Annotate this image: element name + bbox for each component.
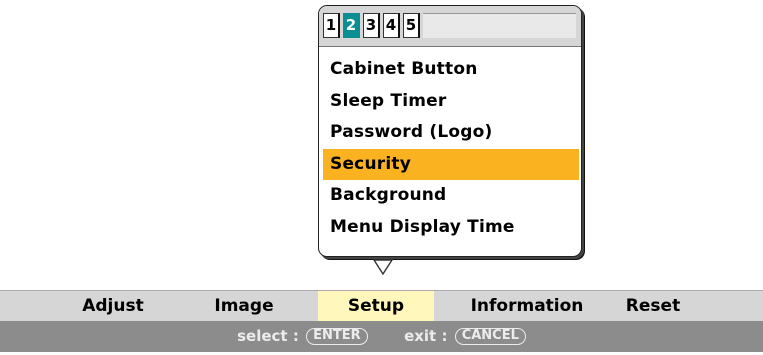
submenu-list: Cabinet Button Sleep Timer Password (Log…: [323, 54, 579, 244]
main-menu-setup[interactable]: Setup: [318, 291, 434, 322]
tab-1[interactable]: 1: [323, 13, 340, 38]
main-menu-reset[interactable]: Reset: [610, 291, 696, 322]
tab-2[interactable]: 2: [343, 13, 360, 38]
menu-item-security[interactable]: Security: [323, 148, 579, 181]
enter-key-badge: ENTER: [306, 328, 368, 345]
main-menu-adjust[interactable]: Adjust: [68, 291, 158, 322]
setup-submenu-popup: 1 2 3 4 5 Cabinet Button Sleep Timer Pas…: [318, 5, 582, 257]
menu-item-background[interactable]: Background: [323, 180, 579, 212]
main-menu-image[interactable]: Image: [199, 291, 289, 322]
page-tabs: 1 2 3 4 5: [319, 6, 581, 47]
select-hint-label: select :: [237, 327, 299, 345]
tab-strip-filler: [423, 13, 576, 38]
tab-5[interactable]: 5: [403, 13, 420, 38]
menu-item-menu-display-time[interactable]: Menu Display Time: [323, 212, 579, 244]
tab-3[interactable]: 3: [363, 13, 380, 38]
menu-item-sleep-timer[interactable]: Sleep Timer: [323, 86, 579, 118]
menu-item-cabinet-button[interactable]: Cabinet Button: [323, 54, 579, 86]
exit-hint-label: exit :: [404, 327, 448, 345]
menu-item-password-logo[interactable]: Password (Logo): [323, 117, 579, 149]
main-menu-bar: Adjust Image Setup Information Reset: [0, 290, 763, 322]
key-hint-bar: select : ENTER exit : CANCEL: [0, 321, 763, 352]
main-menu-information[interactable]: Information: [455, 291, 599, 322]
cancel-key-badge: CANCEL: [454, 328, 526, 345]
tab-4[interactable]: 4: [383, 13, 400, 38]
down-triangle-icon[interactable]: [372, 258, 394, 276]
